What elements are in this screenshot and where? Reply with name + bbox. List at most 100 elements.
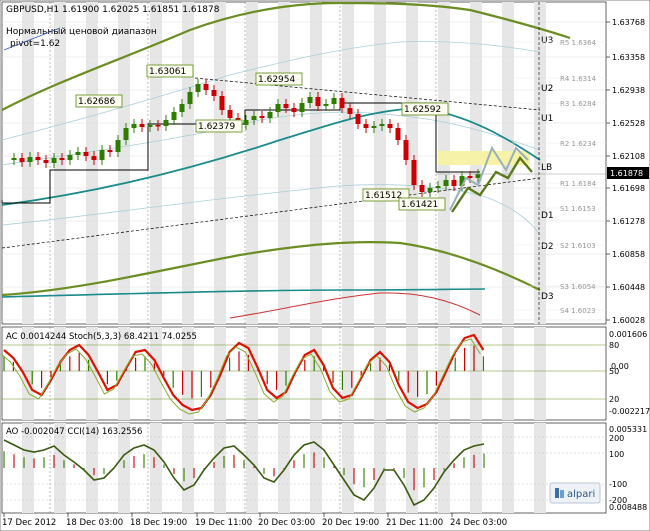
pivot-level-label: S2 1.6103 xyxy=(560,242,596,250)
candle-body xyxy=(163,120,169,126)
price-tick: 1.63358 xyxy=(612,53,645,62)
price-label-text: 1.63061 xyxy=(149,67,186,77)
candle-body xyxy=(443,180,449,186)
price-label-text: 1.61512 xyxy=(365,191,402,201)
price-tick: 1.61278 xyxy=(612,217,645,226)
candle-body xyxy=(419,185,425,192)
cci-200-label: 200 xyxy=(609,434,624,443)
candle-body xyxy=(387,124,393,128)
candle-body xyxy=(219,96,225,110)
pivot-tag-u1: U1 xyxy=(541,114,553,124)
candle-body xyxy=(363,124,369,128)
candle-body xyxy=(427,188,433,192)
pivot-tag-d1: D1 xyxy=(541,211,554,221)
pivot-level-label: S1 1.6153 xyxy=(560,205,596,213)
alpari-logo: alpari xyxy=(549,482,601,504)
price-label-text: 1.62592 xyxy=(404,105,441,115)
time-tick: 17 Dec 2012 xyxy=(2,518,56,528)
candle-body xyxy=(123,128,129,140)
chart-window[interactable]: GBPUSD,H1 1.61900 1.62025 1.61851 1.6187… xyxy=(0,0,650,531)
pivot-tag-d3: D3 xyxy=(541,292,554,302)
candle-body xyxy=(147,125,153,127)
pivot-level-label: R5 1.6364 xyxy=(560,39,597,47)
symbol-info: GBPUSD,H1 1.61900 1.62025 1.61851 1.6187… xyxy=(6,5,220,15)
candle-body xyxy=(171,112,177,120)
cci-100-label: 100 xyxy=(609,450,624,459)
session-stripe xyxy=(310,2,322,324)
pivot-level-label: R2 1.6234 xyxy=(560,140,597,148)
candle-body xyxy=(91,156,97,160)
session-stripe xyxy=(310,423,322,513)
session-stripe xyxy=(214,2,226,324)
cci-m100-label: -100 xyxy=(609,480,627,489)
candle-body xyxy=(411,160,417,185)
price-tick: 1.61698 xyxy=(612,184,645,193)
candle-body xyxy=(339,98,345,108)
candle-body xyxy=(267,112,273,118)
candle-body xyxy=(195,84,201,92)
time-tick: 24 Dec 03:00 xyxy=(450,518,507,528)
pivot-level-label: S3 1.6054 xyxy=(560,283,596,291)
candle-body xyxy=(179,104,185,112)
pivot-tag-lb: LB xyxy=(541,163,552,173)
ac-stoch-panel[interactable]: AC 0.0014244 Stoch(5,3,3) 68.4211 74.025… xyxy=(0,326,650,421)
candle-body xyxy=(275,104,281,112)
pivot-note: pivot=1.62 xyxy=(10,39,60,49)
pivot-tag-u2: U2 xyxy=(541,84,553,94)
candle-body xyxy=(315,97,321,106)
candle-body xyxy=(307,97,313,103)
time-tick: 18 Dec 03:00 xyxy=(66,518,123,528)
price-tick: 1.62938 xyxy=(612,86,645,95)
candle-body xyxy=(11,158,17,160)
time-tick: 18 Dec 19:00 xyxy=(130,518,187,528)
candle-body xyxy=(107,150,113,152)
candle-body xyxy=(67,155,73,160)
price-label-text: 1.62379 xyxy=(198,122,235,132)
pivot-level-label: R1 1.6184 xyxy=(560,180,597,188)
candle-body xyxy=(379,124,385,126)
session-stripe xyxy=(278,327,290,420)
session-stripe xyxy=(246,327,258,420)
session-stripe xyxy=(502,423,514,513)
candle-body xyxy=(435,186,441,188)
candle-body xyxy=(51,158,57,163)
time-tick: 19 Dec 11:00 xyxy=(195,518,252,528)
candle-body xyxy=(323,104,329,106)
session-stripe xyxy=(502,327,514,420)
candle-body xyxy=(475,174,481,178)
candle-body xyxy=(251,116,257,120)
candle-body xyxy=(259,116,265,118)
candle-body xyxy=(75,152,81,155)
price-tick: 1.60448 xyxy=(612,283,645,292)
candle-body xyxy=(299,103,305,112)
candle-body xyxy=(203,84,209,90)
ac-axis-top: 0.001606 xyxy=(609,330,647,339)
current-price-text: 1.61878 xyxy=(610,169,643,178)
session-stripe xyxy=(374,2,386,324)
session-stripe xyxy=(310,327,322,420)
time-tick: 20 Dec 03:00 xyxy=(258,518,315,528)
price-label-text: 1.62686 xyxy=(78,97,115,107)
candle-body xyxy=(131,124,137,128)
candle-body xyxy=(115,140,121,152)
price-tick: 1.60858 xyxy=(612,250,645,259)
main-price-panel[interactable]: GBPUSD,H1 1.61900 1.62025 1.61851 1.6187… xyxy=(1,1,607,325)
session-stripe xyxy=(278,2,290,324)
time-tick: 20 Dec 19:00 xyxy=(322,518,379,528)
pivot-tag-d2: D2 xyxy=(541,242,554,252)
candle-body xyxy=(395,128,401,140)
price-tick: 1.62528 xyxy=(612,119,645,128)
price-tick: 1.63768 xyxy=(612,18,645,27)
session-stripe xyxy=(374,327,386,420)
ao-title: AO -0.002047 CCI(14) 163.2556 xyxy=(6,427,142,437)
session-stripe xyxy=(534,423,546,513)
time-tick: 21 Dec 11:00 xyxy=(386,518,443,528)
pivot-level-label: S4 1.6023 xyxy=(560,307,596,315)
ao-axis-bottom: 0.008488 xyxy=(609,503,647,512)
session-stripe xyxy=(470,423,482,513)
price-label-text: 1.61421 xyxy=(401,200,438,210)
logo-text: alpari xyxy=(567,489,595,500)
candle-body xyxy=(155,125,161,127)
candle-body xyxy=(467,176,473,178)
ao-cci-panel[interactable]: AO -0.002047 CCI(14) 163.2556 0.005331 2… xyxy=(1,422,647,514)
